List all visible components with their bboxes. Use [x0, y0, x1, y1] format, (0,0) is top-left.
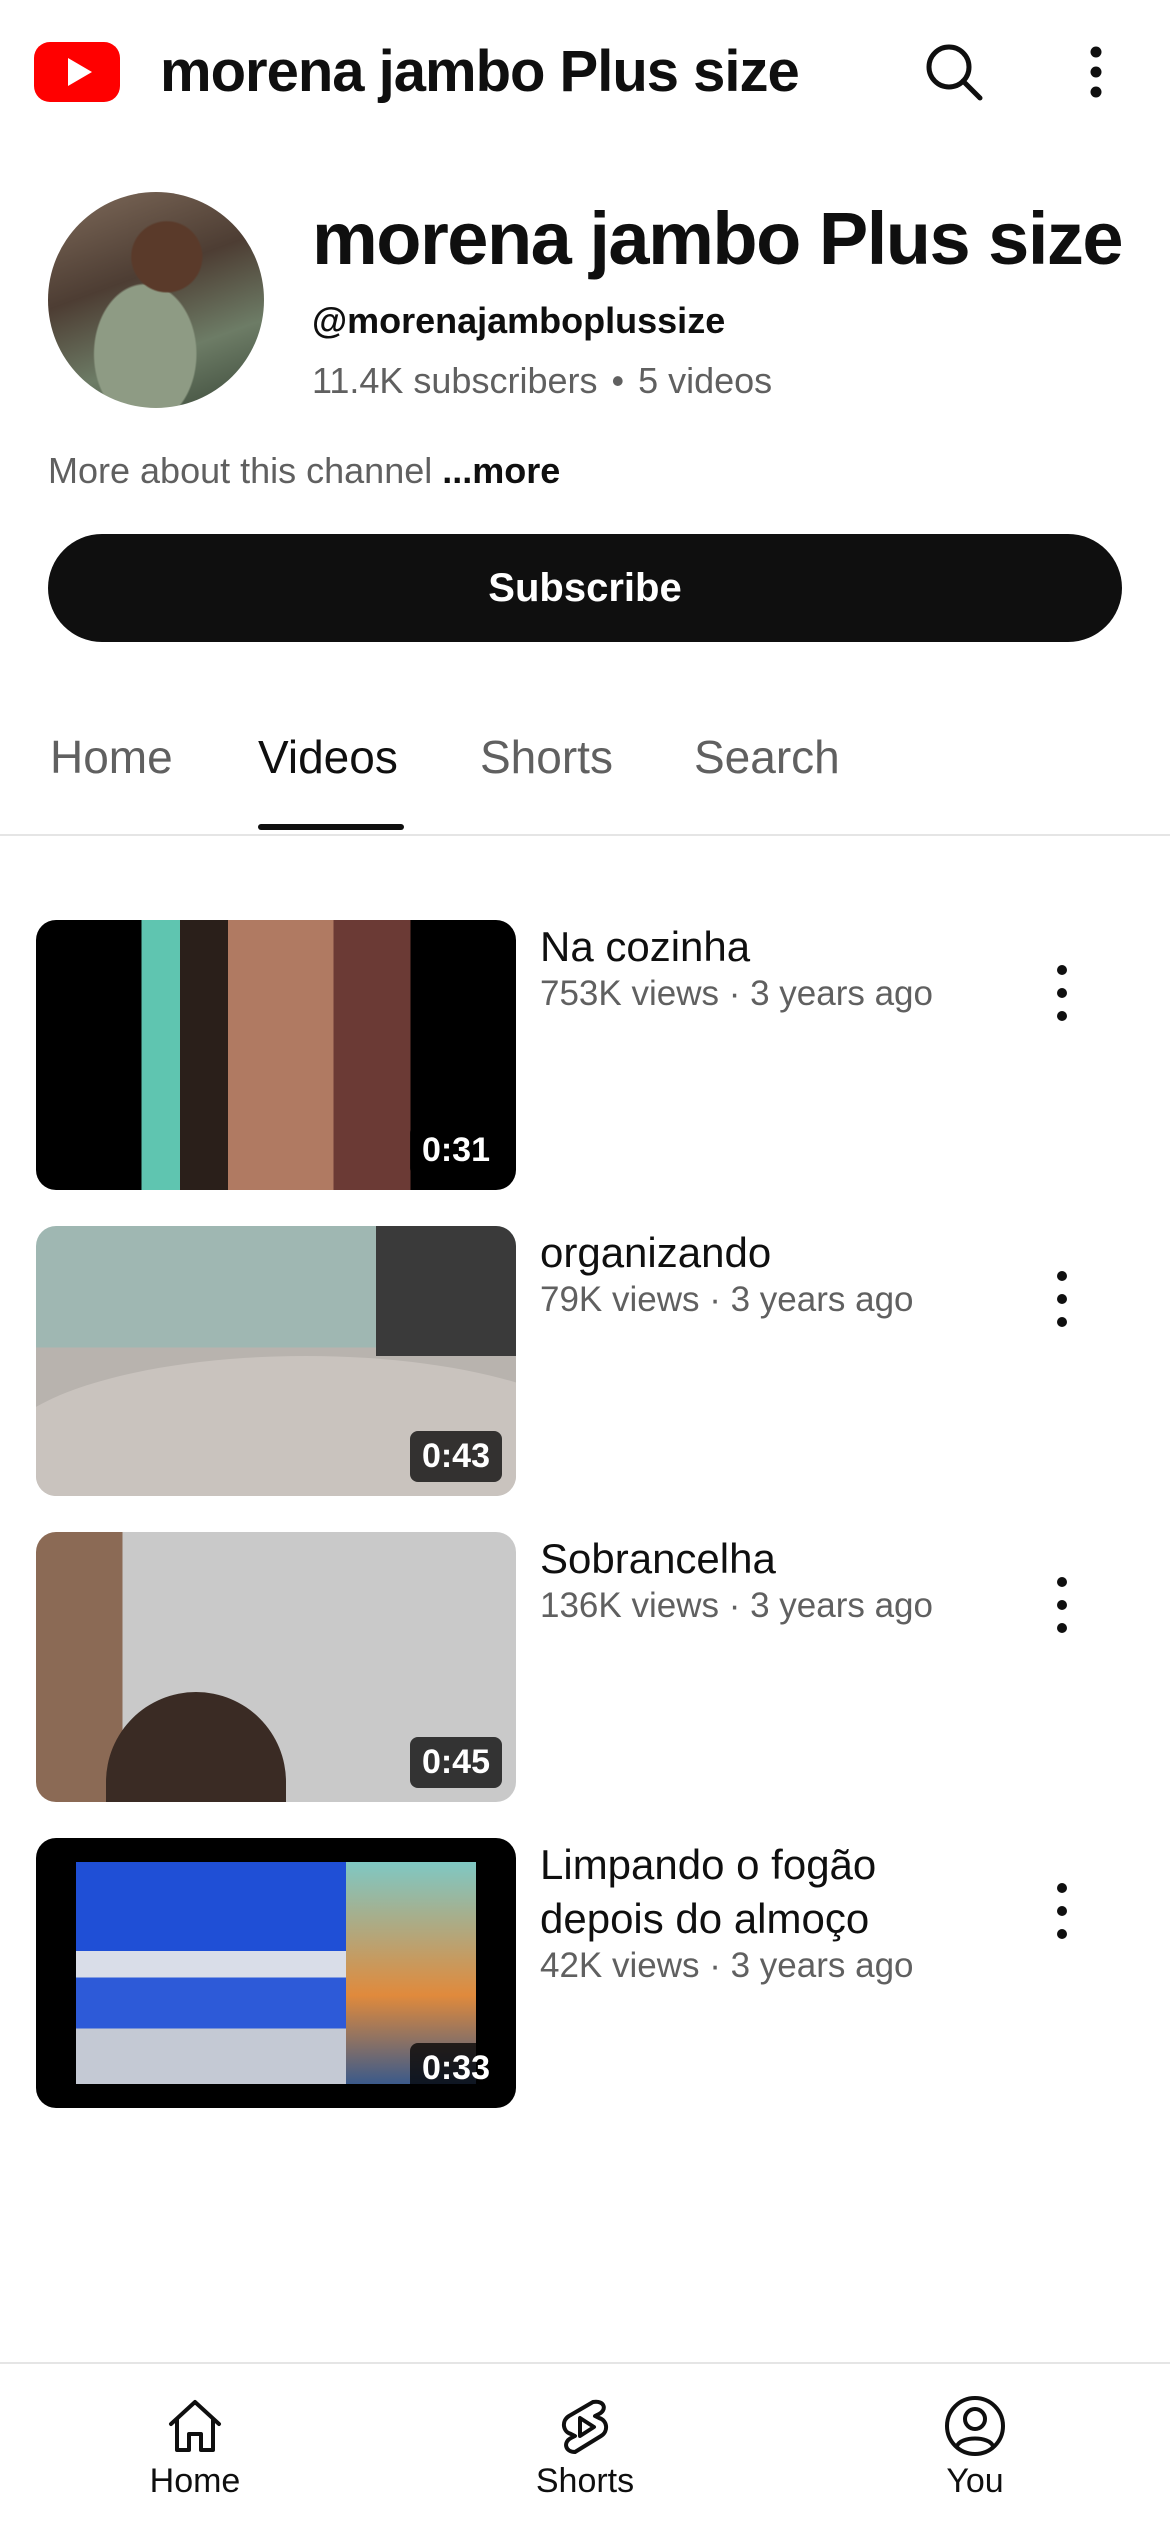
video-thumbnail[interactable]: 0:45 [36, 1532, 516, 1802]
active-tab-indicator [258, 824, 404, 830]
video-meta: 753K views · 3 years ago [540, 974, 933, 1013]
video-duration: 0:45 [409, 1737, 502, 1788]
video-meta: 136K views · 3 years ago [540, 1586, 933, 1625]
video-item[interactable]: 0:43 organizando 79K views · 3 years ago [0, 1226, 1170, 1502]
nav-you-label: You [946, 2462, 1004, 2500]
home-icon [169, 2400, 221, 2452]
video-more-icon[interactable] [1038, 1264, 1086, 1334]
nav-shorts-label: Shorts [535, 2462, 635, 2500]
video-title[interactable]: Na cozinha [540, 920, 1000, 974]
tab-videos[interactable]: Videos [258, 730, 398, 784]
video-meta: 79K views · 3 years ago [540, 1280, 914, 1319]
video-more-icon[interactable] [1038, 958, 1086, 1028]
video-item[interactable]: 0:31 Na cozinha 753K views · 3 years ago [0, 920, 1170, 1196]
video-more-icon[interactable] [1038, 1570, 1086, 1640]
video-title[interactable]: organizando [540, 1226, 1000, 1280]
nav-home[interactable]: Home [95, 2394, 295, 2501]
nav-shorts[interactable]: Shorts [485, 2394, 685, 2501]
tab-home[interactable]: Home [50, 730, 173, 784]
about-text: More about this channel [48, 450, 433, 491]
account-icon [945, 2396, 1005, 2456]
video-item[interactable]: 0:45 Sobrancelha 136K views · 3 years ag… [0, 1532, 1170, 1808]
bottom-navigation: Home Shorts You [0, 2362, 1170, 2534]
nav-home-label: Home [149, 2462, 241, 2500]
video-count: 5 videos [638, 360, 773, 401]
channel-avatar[interactable] [48, 192, 264, 408]
tab-search[interactable]: Search [694, 730, 840, 784]
channel-handle: @morenajamboplussize [312, 300, 726, 341]
nav-you[interactable]: You [875, 2394, 1075, 2501]
app-bar-title: morena jambo Plus size [160, 39, 800, 104]
channel-tabs: Home Videos Shorts Search [0, 700, 1170, 836]
video-thumbnail[interactable]: 0:31 [36, 920, 516, 1190]
more-vert-icon[interactable] [1068, 40, 1124, 104]
shorts-icon [562, 2399, 608, 2454]
channel-name: morena jambo Plus size [312, 197, 1124, 280]
about-more[interactable]: ...more [442, 450, 560, 491]
youtube-logo-icon[interactable] [34, 42, 120, 102]
video-duration: 0:33 [409, 2043, 502, 2094]
stats-separator: • [611, 360, 625, 401]
video-duration: 0:43 [409, 1431, 502, 1482]
video-thumbnail[interactable]: 0:43 [36, 1226, 516, 1496]
top-app-bar: morena jambo Plus size [0, 0, 1170, 150]
search-icon[interactable] [922, 40, 986, 104]
video-thumbnail[interactable]: 0:33 [36, 1838, 516, 2108]
video-duration: 0:31 [409, 1125, 502, 1176]
video-title[interactable]: Sobrancelha [540, 1532, 1000, 1586]
video-title[interactable]: Limpando o fogão depois do almoço [540, 1838, 1000, 1946]
subscribe-button[interactable]: Subscribe [48, 534, 1122, 642]
video-more-icon[interactable] [1038, 1876, 1086, 1946]
channel-about-link[interactable]: More about this channel ...more [48, 450, 560, 492]
tab-shorts[interactable]: Shorts [480, 730, 613, 784]
channel-stats: 11.4K subscribers • 5 videos [312, 360, 772, 402]
video-item[interactable]: 0:33 Limpando o fogão depois do almoço 4… [0, 1838, 1170, 2114]
video-meta: 42K views · 3 years ago [540, 1946, 914, 1985]
subscriber-count: 11.4K subscribers [312, 360, 598, 401]
